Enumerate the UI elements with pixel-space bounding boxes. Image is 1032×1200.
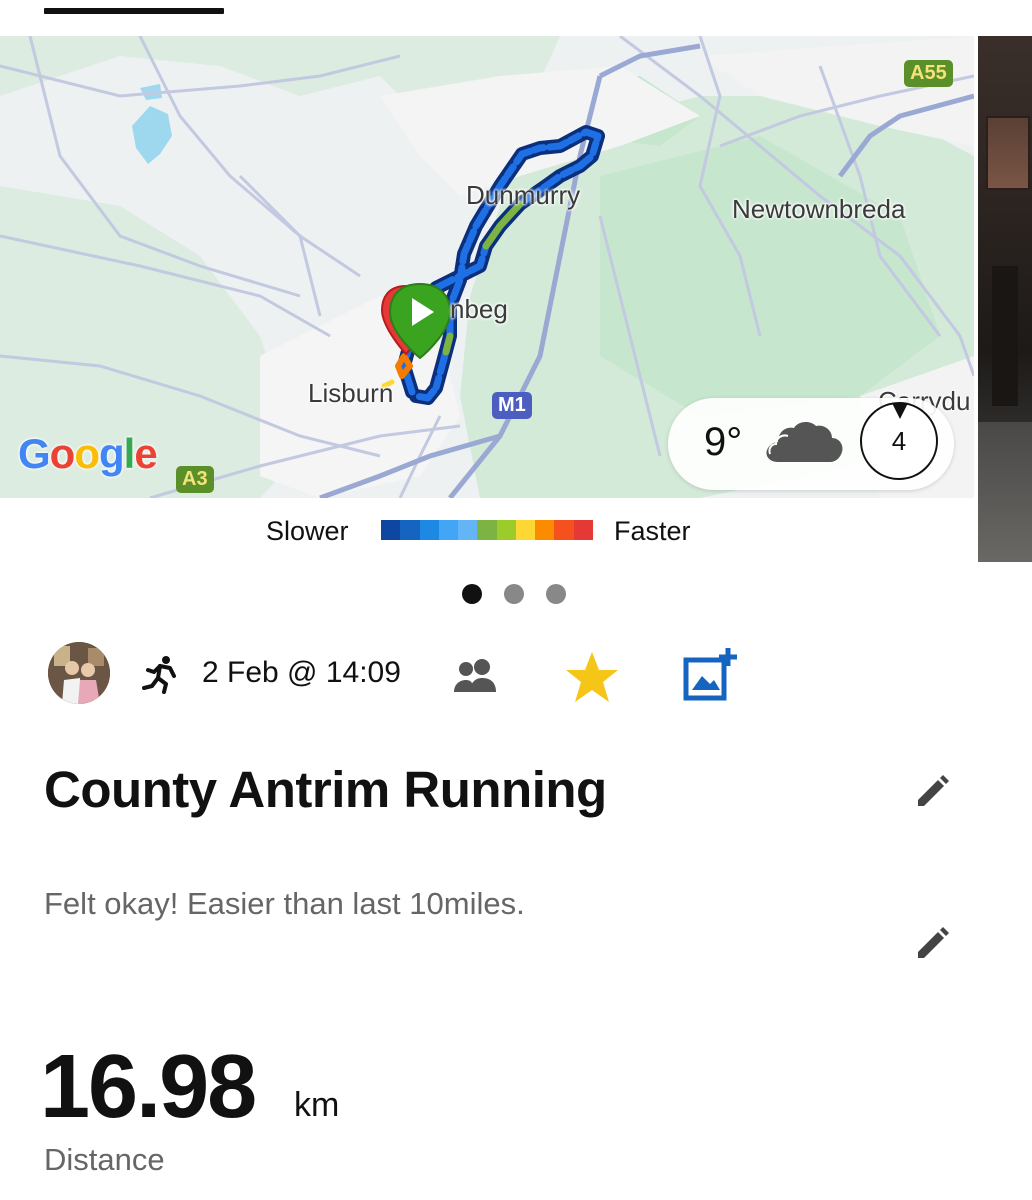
legend-color-segment — [477, 520, 497, 540]
activity-date: 2 Feb @ 14:09 — [202, 656, 401, 689]
google-logo-letter: g — [98, 430, 125, 477]
distance-value: 16.98 — [40, 1037, 257, 1137]
pace-legend: Slower Faster — [0, 510, 974, 554]
legend-color-segment — [554, 520, 574, 540]
distance-label: Distance — [44, 1142, 165, 1177]
road-badge-a55: A55 — [904, 60, 953, 87]
legend-color-segment — [535, 520, 555, 540]
legend-color-segment — [458, 520, 478, 540]
map-label-dunmurry: Dunmurry — [466, 180, 581, 210]
route-map[interactable]: Dunmurry Newtownbreda nbeg Lisburn Carry… — [0, 36, 974, 498]
map-label-lisburn: Lisburn — [308, 378, 394, 408]
running-icon — [140, 654, 180, 699]
legend-slower-label: Slower — [266, 516, 349, 546]
legend-color-segment — [496, 520, 516, 540]
cloud-icon — [762, 418, 846, 468]
wind-direction-icon — [892, 403, 908, 419]
temperature: 9° — [704, 420, 743, 464]
google-logo-letter: G — [18, 430, 51, 477]
legend-color-segment — [400, 520, 420, 540]
map-label-lambeg: nbeg — [450, 294, 508, 324]
page-indicator[interactable] — [462, 584, 566, 604]
map-label-newtownbreda: Newtownbreda — [732, 194, 906, 224]
weather-widget[interactable]: 9° 4 — [668, 398, 954, 490]
wind-speed: 4 — [891, 426, 907, 456]
google-logo-letter: l — [123, 430, 136, 477]
legend-color-segment — [381, 520, 401, 540]
google-logo-letter: o — [49, 430, 76, 477]
page-dot[interactable] — [504, 584, 524, 604]
people-icon[interactable] — [452, 658, 500, 699]
edit-title-pencil-icon[interactable] — [914, 774, 950, 815]
legend-color-segment — [573, 520, 593, 540]
legend-color-segment — [515, 520, 536, 540]
legend-color-segment — [438, 520, 459, 540]
avatar[interactable] — [48, 642, 110, 704]
google-logo: Google — [18, 430, 158, 478]
legend-color-segment — [419, 520, 439, 540]
google-logo-letter: e — [134, 430, 157, 477]
google-logo-letter: o — [74, 430, 100, 477]
wind-indicator: 4 — [860, 402, 938, 480]
road-badge-m1: M1 — [492, 392, 532, 419]
legend-color-bar — [381, 520, 593, 540]
legend-faster-label: Faster — [614, 516, 691, 546]
activity-title: County Antrim Running — [44, 761, 607, 818]
road-badge-a3: A3 — [176, 466, 214, 493]
top-indicator — [44, 8, 224, 14]
favourite-star-icon[interactable] — [564, 650, 620, 709]
distance-unit: km — [294, 1086, 340, 1124]
next-photo-preview[interactable] — [978, 36, 1032, 562]
add-photo-icon[interactable] — [682, 646, 740, 709]
page-dot[interactable] — [546, 584, 566, 604]
activity-meta-row: 2 Feb @ 14:09 — [0, 640, 1032, 710]
activity-note: Felt okay! Easier than last 10miles. — [44, 886, 525, 921]
page-dot[interactable] — [462, 584, 482, 604]
edit-note-pencil-icon[interactable] — [914, 926, 950, 967]
